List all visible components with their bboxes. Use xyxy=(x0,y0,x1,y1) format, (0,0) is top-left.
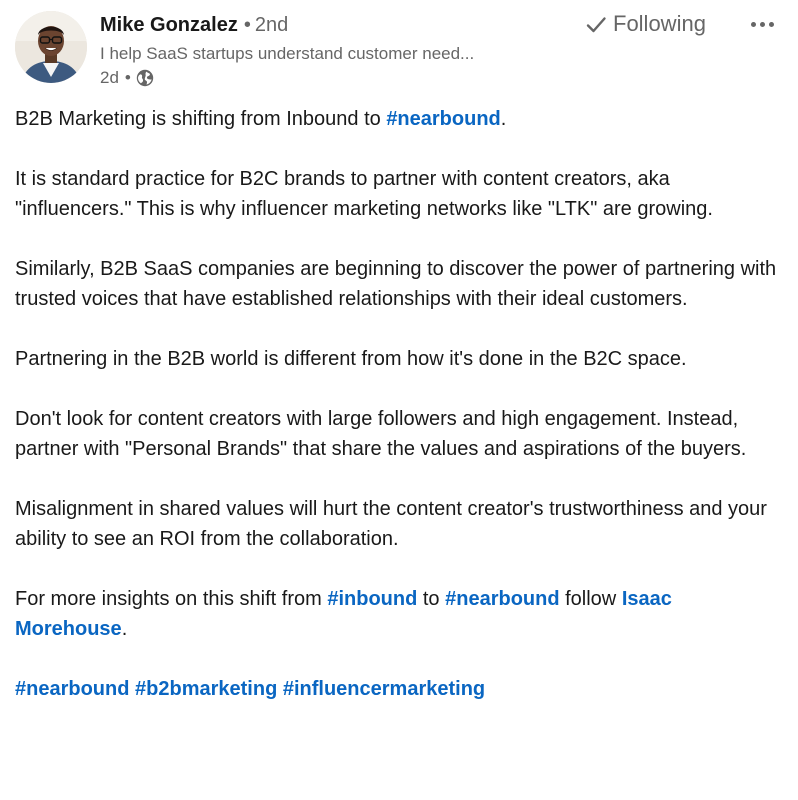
author-avatar[interactable] xyxy=(15,11,87,83)
post-text: B2B Marketing is shifting from Inbound t… xyxy=(15,104,785,704)
post-paragraph-1: B2B Marketing is shifting from Inbound t… xyxy=(15,104,785,134)
globe-icon xyxy=(136,69,154,87)
post-text-span: follow xyxy=(559,588,622,610)
connection-degree: 2nd xyxy=(254,14,289,36)
hashtag-link[interactable]: #nearbound xyxy=(445,588,559,610)
hashtag-row: #nearbound #b2bmarketing #influencermark… xyxy=(15,674,785,704)
post-text-span: to xyxy=(417,588,446,610)
post-text-span: . xyxy=(500,108,507,130)
ellipsis-icon xyxy=(759,21,765,27)
hashtag-link[interactable]: #nearbound xyxy=(386,108,500,130)
post-meta: 2d • xyxy=(100,66,154,90)
post-time[interactable]: 2d xyxy=(100,66,119,90)
check-icon xyxy=(585,13,607,35)
post-paragraph-3: Similarly, B2B SaaS companies are beginn… xyxy=(15,258,777,310)
post-paragraph-5: Don't look for content creators with lar… xyxy=(15,408,747,460)
post-paragraph-7: For more insights on this shift from #in… xyxy=(15,584,785,644)
following-button[interactable]: Following xyxy=(581,8,710,40)
hashtag-link[interactable]: #nearbound xyxy=(15,678,129,700)
more-options-button[interactable] xyxy=(744,10,780,38)
following-label: Following xyxy=(613,11,706,36)
post-paragraph-6: Misalignment in shared values will hurt … xyxy=(15,498,767,550)
post-paragraph-2: It is standard practice for B2C brands t… xyxy=(15,168,713,220)
ellipsis-icon xyxy=(768,21,774,27)
profile-photo xyxy=(15,11,87,83)
post-paragraph-4: Partnering in the B2B world is different… xyxy=(15,348,687,370)
hashtag-link[interactable]: #inbound xyxy=(327,588,417,610)
ellipsis-icon xyxy=(750,21,756,27)
post-text-span: . xyxy=(121,618,128,640)
author-headline[interactable]: I help SaaS startups understand customer… xyxy=(100,42,530,66)
time-separator: • xyxy=(124,68,131,87)
hashtag-link[interactable]: #influencermarketing xyxy=(283,678,485,700)
author-name-row: Mike Gonzalez • 2nd xyxy=(100,12,288,38)
hashtag-link[interactable]: #b2bmarketing xyxy=(135,678,277,700)
name-degree-separator: • xyxy=(243,14,251,36)
post-text-span: For more insights on this shift from xyxy=(15,588,328,610)
post-text-span: B2B Marketing is shifting from Inbound t… xyxy=(15,108,387,130)
feed-post: Mike Gonzalez • 2nd I help SaaS startups u… xyxy=(0,0,798,800)
author-name[interactable]: Mike Gonzalez xyxy=(100,14,238,36)
